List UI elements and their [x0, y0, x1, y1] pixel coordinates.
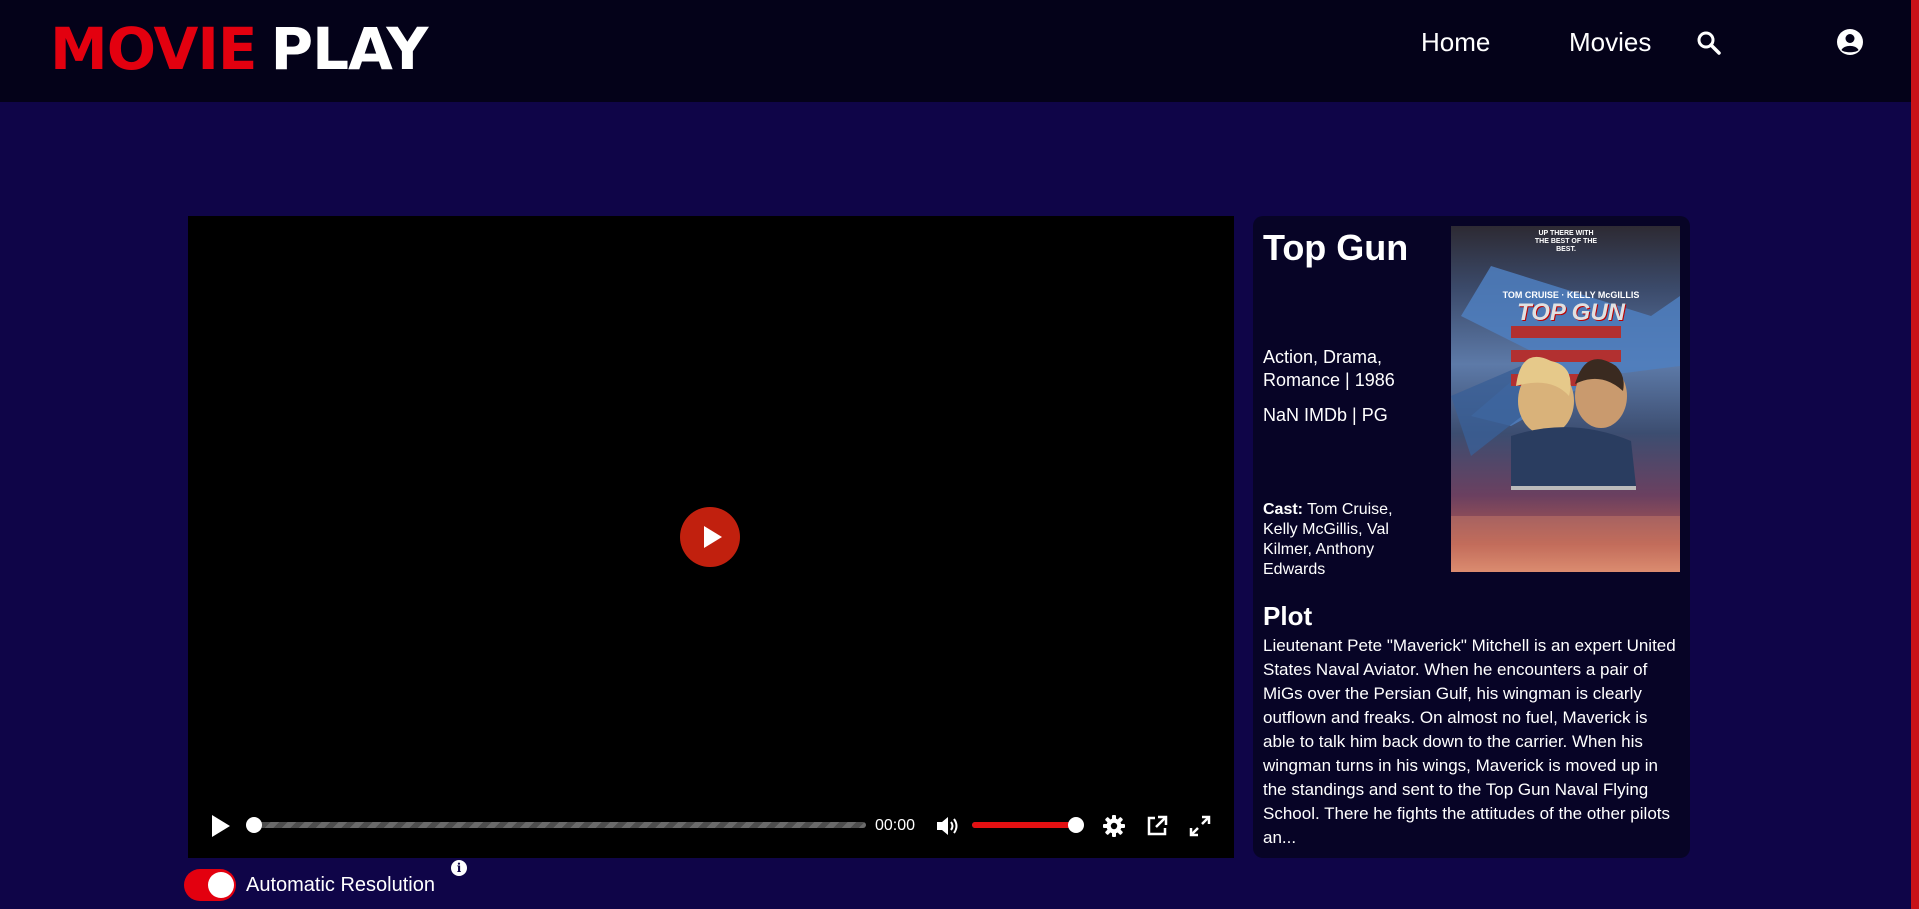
cast-label: Cast:: [1263, 501, 1304, 518]
settings-gear-icon[interactable]: [1102, 814, 1126, 838]
volume-level: [972, 822, 1076, 828]
info-icon[interactable]: i: [451, 860, 467, 876]
poster-tagline: UP THERE WITH THE BEST OF THE BEST.: [1534, 230, 1598, 253]
volume-slider[interactable]: [972, 817, 1084, 833]
scrollbar[interactable]: [1911, 0, 1919, 909]
rating-line: NaN IMDb | PG: [1263, 405, 1388, 425]
seek-thumb[interactable]: [246, 817, 262, 833]
volume-icon[interactable]: [935, 814, 961, 838]
volume-thumb[interactable]: [1068, 817, 1084, 833]
nav-movies-link[interactable]: Movies: [1569, 24, 1651, 60]
big-play-button[interactable]: [680, 507, 740, 567]
auto-resolution-label: Automatic Resolution: [246, 874, 435, 896]
plot-heading: Plot: [1263, 601, 1313, 631]
genres-year: Action, Drama, Romance | 1986: [1263, 347, 1395, 390]
movie-title: Top Gun: [1263, 227, 1409, 268]
seek-bar[interactable]: [246, 817, 866, 833]
toggle-knob: [208, 872, 234, 898]
video-player[interactable]: 00:00: [188, 216, 1234, 858]
top-navbar: MOVIE PLAY Home Movies: [0, 0, 1919, 102]
movie-poster: UP THERE WITH THE BEST OF THE BEST. TOM …: [1451, 226, 1680, 572]
site-logo[interactable]: MOVIE PLAY: [50, 14, 429, 84]
account-icon[interactable]: [1836, 28, 1864, 56]
nav-home-link[interactable]: Home: [1421, 24, 1490, 60]
auto-resolution-toggle[interactable]: [184, 869, 236, 901]
plot-text: Lieutenant Pete "Maverick" Mitchell is a…: [1263, 636, 1676, 847]
logo-play: PLAY: [270, 15, 429, 83]
popout-icon[interactable]: [1145, 814, 1169, 838]
poster-artwork: [1451, 266, 1680, 572]
current-time: 00:00: [875, 817, 916, 834]
logo-movie: MOVIE: [50, 15, 258, 83]
cast-list: Cast: Tom Cruise, Kelly McGillis, Val Ki…: [1263, 500, 1413, 580]
poster-title: TOP GUN: [1516, 299, 1625, 326]
play-icon[interactable]: [210, 814, 230, 838]
search-icon[interactable]: [1696, 30, 1722, 56]
fullscreen-icon[interactable]: [1188, 814, 1212, 838]
movie-info-card: Top Gun Action, Drama, Romance | 1986 Na…: [1253, 216, 1690, 858]
